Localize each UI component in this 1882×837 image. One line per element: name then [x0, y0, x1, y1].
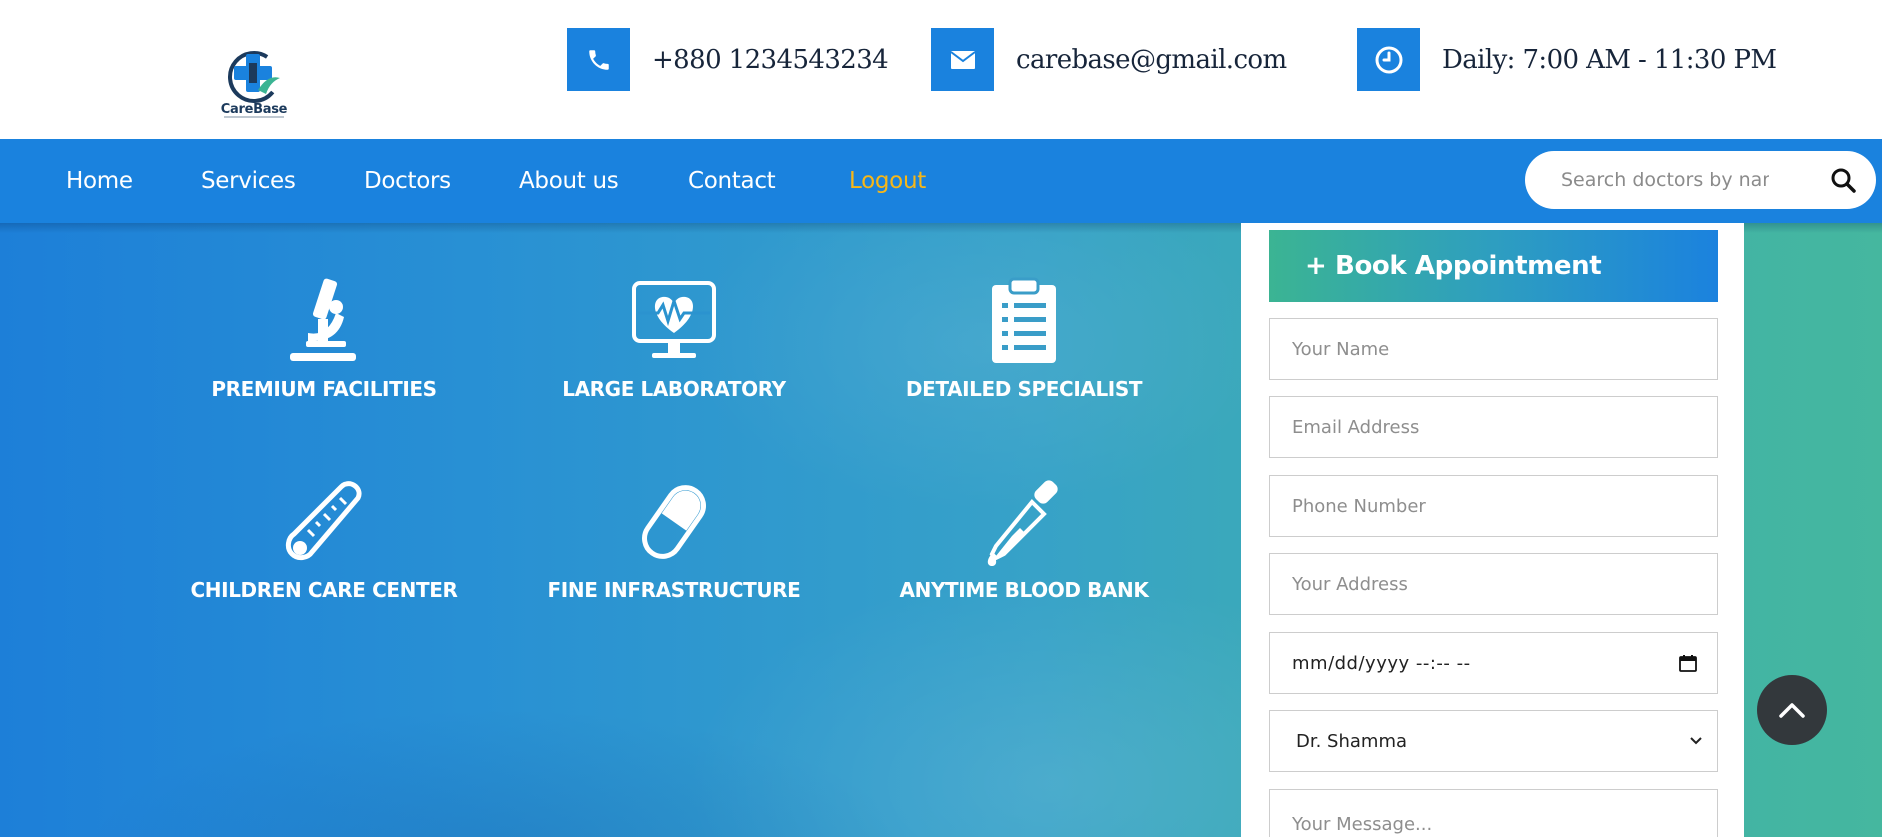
email-field[interactable] [1269, 396, 1718, 458]
feature-anytime-blood-bank: ANYTIME BLOOD BANK [874, 476, 1174, 602]
clipboard-icon [992, 277, 1056, 363]
top-info-bar: CareBase +880 1234543234 carebase@gmail.… [0, 0, 1882, 139]
doctor-search [1525, 151, 1876, 209]
hours-text: Daily: 7:00 AM - 11:30 PM [1442, 44, 1777, 75]
search-icon[interactable] [1830, 167, 1856, 193]
scroll-to-top-button[interactable] [1757, 675, 1827, 745]
phone-icon [567, 28, 630, 91]
opening-hours: Daily: 7:00 AM - 11:30 PM [1357, 28, 1777, 91]
feature-label: CHILDREN CARE CENTER [190, 578, 458, 602]
thermometer-icon [285, 481, 362, 561]
nav-logout[interactable]: Logout [849, 139, 926, 223]
feature-label: DETAILED SPECIALIST [905, 377, 1143, 401]
logo-mark-icon [228, 51, 280, 103]
feature-label: PREMIUM FACILITIES [211, 377, 437, 401]
feature-premium-facilities: PREMIUM FACILITIES [174, 275, 474, 401]
datetime-field[interactable]: mm/dd/yyyy --:-- -- [1269, 632, 1718, 694]
doctor-select[interactable]: Dr. Shamma [1269, 710, 1718, 772]
nav-contact[interactable]: Contact [688, 139, 776, 223]
chevron-down-icon [1690, 737, 1702, 745]
name-field[interactable] [1269, 318, 1718, 380]
feature-fine-infrastructure: FINE INFRASTRUCTURE [524, 476, 824, 602]
appointment-form: + Book Appointment mm/dd/yyyy --:-- -- D… [1241, 223, 1744, 837]
brand-logo[interactable]: CareBase [218, 46, 290, 120]
feature-label: FINE INFRASTRUCTURE [547, 578, 801, 602]
address-field[interactable] [1269, 553, 1718, 615]
nav-home[interactable]: Home [66, 139, 133, 223]
phone-field[interactable] [1269, 475, 1718, 537]
contact-phone[interactable]: +880 1234543234 [567, 28, 889, 91]
main-nav: Home Services Doctors About us Contact L… [0, 139, 1882, 223]
brand-name: CareBase [220, 102, 288, 117]
feature-children-care-center: CHILDREN CARE CENTER [174, 476, 474, 602]
nav-services[interactable]: Services [201, 139, 296, 223]
microscope-icon [290, 278, 356, 361]
message-field[interactable] [1269, 789, 1718, 837]
datetime-value: mm/dd/yyyy --:-- -- [1292, 652, 1471, 674]
phone-text: +880 1234543234 [652, 44, 889, 75]
clock-icon [1357, 28, 1420, 91]
chevron-up-icon [1779, 703, 1805, 718]
feature-large-laboratory: LARGE LABORATORY [524, 275, 824, 401]
form-title: + Book Appointment [1269, 230, 1718, 302]
brand-tagline [224, 116, 284, 118]
envelope-icon [931, 28, 994, 91]
dropper-icon [987, 480, 1058, 566]
doctor-selected-value: Dr. Shamma [1296, 730, 1408, 752]
search-input[interactable] [1561, 169, 1769, 191]
pill-icon [642, 485, 706, 559]
feature-label: LARGE LABORATORY [562, 377, 786, 401]
contact-email[interactable]: carebase@gmail.com [931, 28, 1287, 91]
calendar-icon[interactable] [1679, 655, 1697, 672]
feature-detailed-specialist: DETAILED SPECIALIST [874, 275, 1174, 401]
nav-doctors[interactable]: Doctors [364, 139, 451, 223]
heart-monitor-icon [632, 281, 716, 358]
feature-label: ANYTIME BLOOD BANK [899, 578, 1149, 602]
nav-about-us[interactable]: About us [519, 139, 619, 223]
email-text: carebase@gmail.com [1016, 44, 1287, 75]
